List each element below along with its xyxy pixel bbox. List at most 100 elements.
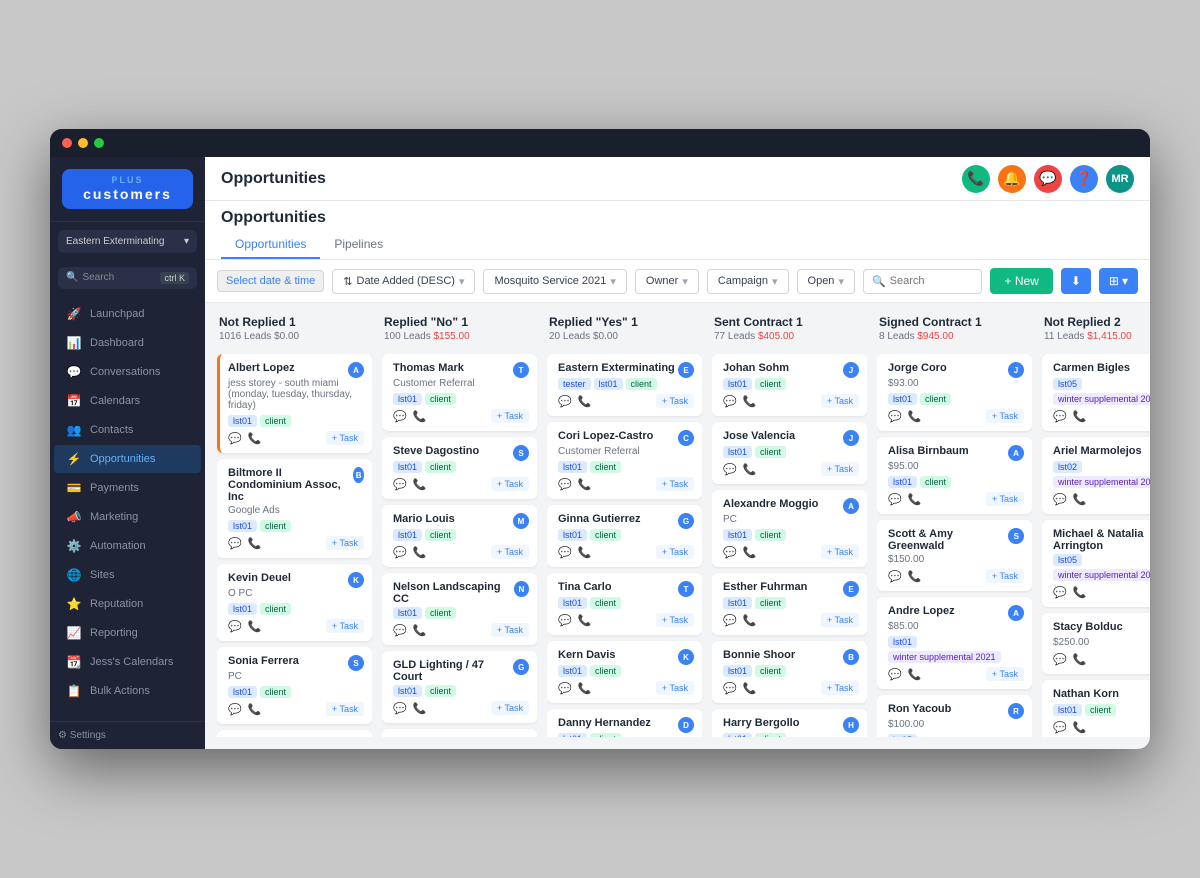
sidebar-settings[interactable]: ⚙ Settings xyxy=(50,721,205,749)
search-input[interactable] xyxy=(890,275,974,287)
sidebar-item-calendars[interactable]: 📅 Calendars xyxy=(54,387,201,415)
kanban-card[interactable]: MATT JANSEN M Landscaper lst01client 💬 📞… xyxy=(217,730,372,737)
sidebar-search[interactable]: 🔍 Search ctrl K xyxy=(58,267,197,289)
phone-icon[interactable]: 📞 xyxy=(248,620,262,633)
minimize-dot[interactable] xyxy=(78,138,88,148)
sidebar-item-dashboard[interactable]: 📊 Dashboard xyxy=(54,329,201,357)
phone-icon[interactable]: 📞 xyxy=(908,668,922,681)
phone-icon[interactable]: 📞 xyxy=(908,410,922,423)
task-button[interactable]: + Task xyxy=(326,702,364,716)
sidebar-item-launchpad[interactable]: 🚀 Launchpad xyxy=(54,300,201,328)
kanban-card[interactable]: Johan Sohm J lst01client 💬 📞 + Task xyxy=(712,354,867,416)
sidebar-item-bulk-actions[interactable]: 📋 Bulk Actions xyxy=(54,677,201,705)
message-icon[interactable]: 💬 xyxy=(723,546,737,559)
message-icon[interactable]: 💬 xyxy=(558,682,572,695)
task-button[interactable]: + Task xyxy=(656,545,694,559)
kanban-card[interactable]: Stacy Bolduc S $250.00 💬 📞 + Task xyxy=(1042,613,1150,674)
phone-icon[interactable]: 📞 xyxy=(1073,586,1087,599)
kanban-card[interactable]: Scott & Amy Greenwald S $150.00 💬 📞 + Ta… xyxy=(877,520,1032,591)
message-icon[interactable]: 💬 xyxy=(723,614,737,627)
sidebar-item-sites[interactable]: 🌐 Sites xyxy=(54,561,201,589)
phone-icon[interactable]: 📞 xyxy=(908,493,922,506)
kanban-card[interactable]: Sonia Ferrera S PC lst01client 💬 📞 + Tas… xyxy=(217,647,372,724)
task-button[interactable]: + Task xyxy=(491,623,529,637)
kanban-card[interactable]: Alexandre Moggio A PC lst01client 💬 📞 + … xyxy=(712,490,867,567)
message-icon[interactable]: 💬 xyxy=(558,395,572,408)
message-icon[interactable]: 💬 xyxy=(228,537,242,550)
task-button[interactable]: + Task xyxy=(821,545,859,559)
task-button[interactable]: + Task xyxy=(821,394,859,408)
sort-filter[interactable]: ⇅ Date Added (DESC) ▾ xyxy=(332,269,475,294)
phone-icon[interactable]: 📞 xyxy=(743,463,757,476)
message-icon[interactable]: 💬 xyxy=(393,478,407,491)
view-button[interactable]: ⊞ ▾ xyxy=(1099,268,1138,294)
help-icon[interactable]: ❓ xyxy=(1070,165,1098,193)
task-button[interactable]: + Task xyxy=(986,492,1024,506)
message-icon[interactable]: 💬 xyxy=(888,493,902,506)
search-wrap[interactable]: 🔍 xyxy=(863,269,983,294)
task-button[interactable]: + Task xyxy=(326,619,364,633)
sidebar-item-contacts[interactable]: 👥 Contacts xyxy=(54,416,201,444)
kanban-card[interactable]: Nelson Landscaping CC N lst01client 💬 📞 … xyxy=(382,573,537,645)
task-button[interactable]: + Task xyxy=(326,536,364,550)
sidebar-item-reporting[interactable]: 📈 Reporting xyxy=(54,619,201,647)
message-icon[interactable]: 💬 xyxy=(393,702,407,715)
kanban-card[interactable]: Kevin Deuel K O PC lst01client 💬 📞 + Tas… xyxy=(217,564,372,641)
message-icon[interactable]: 💬 xyxy=(228,620,242,633)
kanban-card[interactable]: Jose Valencia J lst01client 💬 📞 + Task xyxy=(712,422,867,484)
message-icon[interactable]: 💬 xyxy=(723,463,737,476)
kanban-card[interactable]: Esther Fuhrman E lst01client 💬 📞 + Task xyxy=(712,573,867,635)
tab-pipelines[interactable]: Pipelines xyxy=(320,231,397,259)
message-icon[interactable]: 💬 xyxy=(723,395,737,408)
task-button[interactable]: + Task xyxy=(326,431,364,445)
kanban-card[interactable]: Jorge Coro J $93.00 lst01client 💬 📞 + Ta… xyxy=(877,354,1032,431)
sidebar-item-payments[interactable]: 💳 Payments xyxy=(54,474,201,502)
avatar[interactable]: MR xyxy=(1106,165,1134,193)
kanban-card[interactable]: Kern Davis K lst01client 💬 📞 + Task xyxy=(547,641,702,703)
message-icon[interactable]: 💬 xyxy=(1053,653,1067,666)
kanban-card[interactable]: Ginna Gutierrez G lst01client 💬 📞 + Task xyxy=(547,505,702,567)
phone-icon[interactable]: 📞 xyxy=(743,395,757,408)
sidebar-item-automation[interactable]: ⚙️ Automation xyxy=(54,532,201,560)
task-button[interactable]: + Task xyxy=(491,545,529,559)
task-button[interactable]: + Task xyxy=(821,462,859,476)
task-button[interactable]: + Task xyxy=(656,477,694,491)
kanban-card[interactable]: Carmen Bigles C lst05winter supplemental… xyxy=(1042,354,1150,431)
task-button[interactable]: + Task xyxy=(986,569,1024,583)
kanban-card[interactable]: Bonnie Shoor B lst01client 💬 📞 + Task xyxy=(712,641,867,703)
task-button[interactable]: + Task xyxy=(821,613,859,627)
phone-icon[interactable]: 📞 xyxy=(908,570,922,583)
phone-icon[interactable]: 📞 xyxy=(413,410,427,423)
phone-icon[interactable]: 📞 xyxy=(248,432,262,445)
kanban-card[interactable]: Cori Lopez-Castro C Customer Referral ls… xyxy=(547,422,702,499)
maximize-dot[interactable] xyxy=(94,138,104,148)
kanban-card[interactable]: Eastern Exterminating E testerlst01clien… xyxy=(547,354,702,416)
message-icon[interactable]: 💬 xyxy=(1053,721,1067,734)
message-icon[interactable]: 💬 xyxy=(228,703,242,716)
kanban-card[interactable]: Thomas Mark T Customer Referral lst01cli… xyxy=(382,354,537,431)
date-filter-button[interactable]: Select date & time xyxy=(217,270,324,292)
kanban-card[interactable]: Ariel Marmolejos A lst02winter supplemen… xyxy=(1042,437,1150,514)
phone-icon[interactable]: 📞 xyxy=(1073,721,1087,734)
org-selector[interactable]: Eastern Exterminating ▾ xyxy=(58,230,197,253)
phone-icon[interactable]: 📞 xyxy=(413,702,427,715)
message-icon[interactable]: 💬 xyxy=(1053,586,1067,599)
task-button[interactable]: + Task xyxy=(491,477,529,491)
phone-icon[interactable]: 📞 xyxy=(578,614,592,627)
task-button[interactable]: + Task xyxy=(986,409,1024,423)
kanban-card[interactable]: Andre Lopez A $85.00 lst01winter supplem… xyxy=(877,597,1032,689)
phone-icon[interactable]: 📞 xyxy=(1073,410,1087,423)
kanban-card[interactable]: Mario Louis M lst01client 💬 📞 + Task xyxy=(382,505,537,567)
kanban-card[interactable]: Tina Carlo T lst01client 💬 📞 + Task xyxy=(547,573,702,635)
message-icon[interactable]: 💬 xyxy=(393,410,407,423)
message-icon[interactable]: 💬 xyxy=(558,478,572,491)
task-button[interactable]: + Task xyxy=(656,681,694,695)
kanban-card[interactable]: Michael & Natalia Arrington M lst05winte… xyxy=(1042,520,1150,607)
kanban-card[interactable]: Steve Dagostino S lst01client 💬 📞 + Task xyxy=(382,437,537,499)
message-icon[interactable]: 💬 xyxy=(228,432,242,445)
sidebar-item-jess-calendars[interactable]: 📆 Jess's Calendars xyxy=(54,648,201,676)
kanban-card[interactable]: Alisa Birnbaum A $95.00 lst01client 💬 📞 … xyxy=(877,437,1032,514)
campaign-filter[interactable]: Campaign ▾ xyxy=(707,269,789,294)
notification-icon[interactable]: 🔔 xyxy=(998,165,1026,193)
phone-icon[interactable]: 📞 xyxy=(413,624,427,637)
